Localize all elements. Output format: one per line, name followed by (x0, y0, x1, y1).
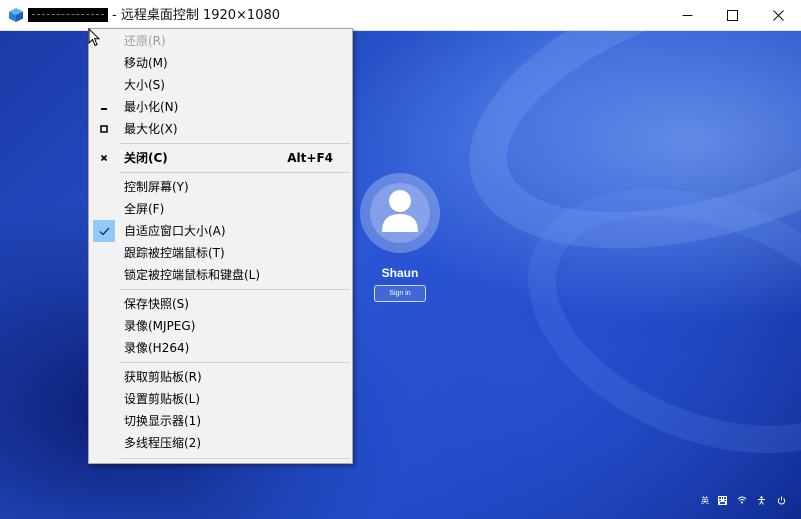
menu-item-record-h264[interactable]: 录像(H264) (91, 337, 351, 359)
menu-item-set-clipboard[interactable]: 设置剪贴板(L) (91, 388, 351, 410)
checkmark-icon (93, 220, 115, 242)
menu-item-move[interactable]: 移动(M) (91, 52, 351, 74)
mouse-cursor-icon (88, 27, 101, 47)
menu-separator (119, 458, 350, 459)
close-glyph-icon (91, 147, 117, 169)
menu-item-track-mouse[interactable]: 跟踪被控端鼠标(T) (91, 242, 351, 264)
close-button[interactable] (755, 0, 801, 31)
wifi-icon[interactable] (736, 493, 748, 507)
keyboard-icon[interactable] (716, 493, 728, 507)
user-silhouette-icon (380, 188, 420, 238)
minimize-icon (682, 10, 693, 21)
minimize-button[interactable] (664, 0, 710, 31)
menu-item-multithread-compress[interactable]: 多线程压缩(2) (91, 432, 351, 454)
maximize-button[interactable] (709, 0, 755, 31)
menu-separator (119, 362, 350, 363)
menu-item-record-mjpeg[interactable]: 录像(MJPEG) (91, 315, 351, 337)
menu-item-switch-display[interactable]: 切换显示器(1) (91, 410, 351, 432)
language-indicator[interactable]: 英 (699, 493, 711, 507)
window-title-bar[interactable]: - 远程桌面控制 1920×1080 (0, 0, 801, 31)
menu-item-fit-window[interactable]: 自适应窗口大小(A) (91, 220, 351, 242)
maximize-icon (726, 10, 738, 21)
app-cube-icon[interactable] (8, 7, 24, 23)
maximize-glyph-icon (91, 118, 117, 140)
sign-in-button[interactable]: Sign in (374, 285, 426, 302)
menu-separator (119, 143, 350, 144)
close-icon (772, 10, 784, 21)
menu-item-fullscreen[interactable]: 全屏(F) (91, 198, 351, 220)
accessibility-icon[interactable] (755, 493, 767, 507)
menu-item-lock-input[interactable]: 锁定被控端鼠标和键盘(L) (91, 264, 351, 286)
minimize-glyph-icon (91, 96, 117, 118)
menu-separator (119, 289, 350, 290)
menu-item-control-screen[interactable]: 控制屏幕(Y) (91, 176, 351, 198)
menu-separator (119, 172, 350, 173)
window-title: - 远程桌面控制 1920×1080 (112, 8, 281, 23)
menu-item-get-clipboard[interactable]: 获取剪贴板(R) (91, 366, 351, 388)
menu-item-restore[interactable]: 还原(R) (91, 30, 351, 52)
menu-item-maximize[interactable]: 最大化(X) (91, 118, 351, 140)
redacted-host-name (28, 8, 108, 22)
menu-item-snapshot[interactable]: 保存快照(S) (91, 293, 351, 315)
user-avatar[interactable] (360, 173, 440, 253)
menu-item-close[interactable]: 关闭(C) Alt+F4 (91, 147, 351, 169)
menu-item-minimize[interactable]: 最小化(N) (91, 96, 351, 118)
menu-shortcut: Alt+F4 (287, 151, 333, 165)
power-icon[interactable] (775, 493, 787, 507)
system-context-menu: 还原(R) 移动(M) 大小(S) 最小化(N) 最大化(X) 关闭(C) Al… (88, 28, 353, 464)
menu-item-size[interactable]: 大小(S) (91, 74, 351, 96)
username-label: Shaun (381, 266, 419, 280)
